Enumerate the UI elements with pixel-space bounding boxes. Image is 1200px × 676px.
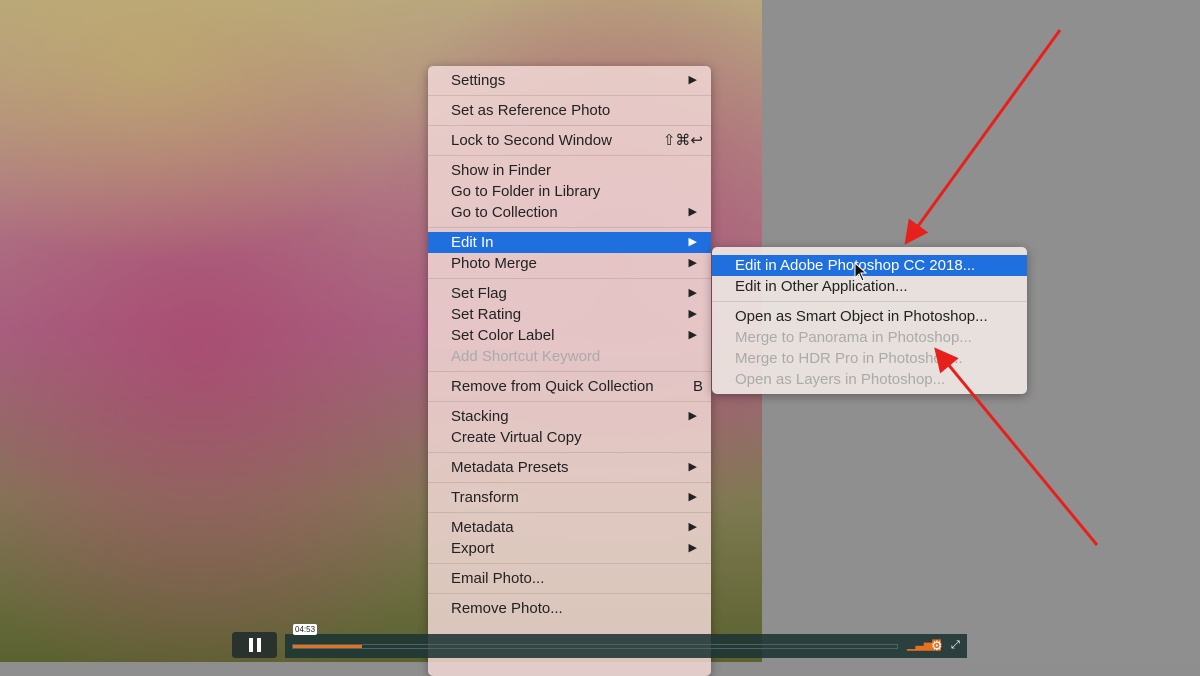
- menu-item-set-rating[interactable]: Set Rating ▶: [428, 304, 711, 325]
- menu-group: Email Photo...: [428, 564, 711, 594]
- menu-item-label: Show in Finder: [451, 162, 552, 179]
- menu-item-show-in-finder[interactable]: Show in Finder: [428, 160, 711, 181]
- menu-group: Stacking ▶ Create Virtual Copy: [428, 402, 711, 453]
- submenu-arrow-icon: ▶: [688, 461, 697, 473]
- menu-item-set-flag[interactable]: Set Flag ▶: [428, 283, 711, 304]
- submenu-arrow-icon: ▶: [688, 410, 697, 422]
- control-bar: ▁▃▅▇ ⚙ ⤢: [285, 634, 967, 658]
- menu-item-label: Set Rating: [451, 306, 522, 323]
- menu-group: Set Flag ▶ Set Rating ▶ Set Color Label ▶ Add …: [428, 279, 711, 372]
- submenu-arrow-icon: ▶: [688, 521, 697, 533]
- menu-group: Remove Photo...: [428, 594, 711, 623]
- menu-group: Edit In ▶ Photo Merge ▶: [428, 228, 711, 279]
- menu-item-set-color-label[interactable]: Set Color Label ▶: [428, 325, 711, 346]
- menu-item-photo-merge[interactable]: Photo Merge ▶: [428, 253, 711, 274]
- menu-group: Remove from Quick Collection B: [428, 372, 711, 402]
- menu-item-open-as-smart-object-in-photoshop[interactable]: Open as Smart Object in Photoshop...: [712, 306, 1027, 327]
- menu-group: Metadata Presets ▶: [428, 453, 711, 483]
- menu-item-remove-from-quick-collection[interactable]: Remove from Quick Collection B: [428, 376, 711, 397]
- menu-group: Edit in Adobe Photoshop CC 2018... Edit i…: [712, 251, 1027, 302]
- menu-item-label: Transform: [451, 489, 519, 506]
- menu-item-label: Set Color Label: [451, 327, 555, 344]
- menu-group: Open as Smart Object in Photoshop... Merg…: [712, 302, 1027, 394]
- menu-item-add-shortcut-keyword: Add Shortcut Keyword: [428, 346, 711, 367]
- submenu-arrow-icon: ▶: [688, 74, 697, 86]
- submenu-arrow-icon: ▶: [688, 287, 697, 299]
- menu-item-metadata[interactable]: Metadata ▶: [428, 517, 711, 538]
- menu-item-label: Export: [451, 540, 495, 557]
- menu-item-label: Set Flag: [451, 285, 507, 302]
- menu-item-metadata-presets[interactable]: Metadata Presets ▶: [428, 457, 711, 478]
- menu-item-label: Go to Collection: [451, 204, 558, 221]
- menu-item-go-to-collection[interactable]: Go to Collection ▶: [428, 202, 711, 223]
- menu-item-label: Open as Smart Object in Photoshop...: [735, 308, 988, 325]
- menu-item-set-as-reference-photo[interactable]: Set as Reference Photo: [428, 100, 711, 121]
- submenu-arrow-icon: ▶: [688, 329, 697, 341]
- menu-item-label: Merge to HDR Pro in Photoshop...: [735, 350, 963, 367]
- menu-item-merge-to-hdr-pro-in-photoshop: Merge to HDR Pro in Photoshop...: [712, 348, 1027, 369]
- menu-item-create-virtual-copy[interactable]: Create Virtual Copy: [428, 427, 711, 448]
- submenu-arrow-icon: ▶: [688, 308, 697, 320]
- menu-item-label: Edit In: [451, 234, 494, 251]
- menu-item-edit-in-adobe-photoshop-cc-2018[interactable]: Edit in Adobe Photoshop CC 2018...: [712, 255, 1027, 276]
- menu-item-edit-in[interactable]: Edit In ▶: [428, 232, 711, 253]
- menu-item-label: Open as Layers in Photoshop...: [735, 371, 946, 388]
- shortcut-label: B: [692, 378, 703, 395]
- menu-item-export[interactable]: Export ▶: [428, 538, 711, 559]
- submenu-arrow-icon: ▶: [688, 542, 697, 554]
- menu-item-label: Remove Photo...: [451, 600, 563, 617]
- menu-item-edit-in-other-application[interactable]: Edit in Other Application...: [712, 276, 1027, 297]
- submenu-arrow-icon: ▶: [688, 257, 697, 269]
- submenu-arrow-icon: ▶: [688, 206, 697, 218]
- edit-in-submenu: Edit in Adobe Photoshop CC 2018... Edit i…: [712, 247, 1027, 394]
- menu-item-label: Merge to Panorama in Photoshop...: [735, 329, 972, 346]
- progress-fill: [293, 645, 363, 648]
- menu-item-open-as-layers-in-photoshop: Open as Layers in Photoshop...: [712, 369, 1027, 390]
- menu-item-label: Metadata Presets: [451, 459, 569, 476]
- menu-item-label: Edit in Other Application...: [735, 278, 908, 295]
- time-tooltip: 04:53: [293, 624, 318, 635]
- context-menu: Settings ▶ Set as Reference Photo Lock to S…: [428, 66, 711, 676]
- submenu-arrow-icon: ▶: [688, 491, 697, 503]
- fullscreen-icon[interactable]: ⤢: [951, 639, 960, 652]
- menu-item-remove-photo[interactable]: Remove Photo...: [428, 598, 711, 619]
- menu-item-stacking[interactable]: Stacking ▶: [428, 406, 711, 427]
- menu-item-label: Add Shortcut Keyword: [451, 348, 601, 365]
- menu-item-transform[interactable]: Transform ▶: [428, 487, 711, 508]
- menu-item-label: Metadata: [451, 519, 514, 536]
- menu-item-label: Stacking: [451, 408, 509, 425]
- shortcut-label: ⇧⌘↩: [662, 132, 703, 149]
- menu-item-label: Go to Folder in Library: [451, 183, 601, 200]
- submenu-arrow-icon: ▶: [688, 236, 697, 248]
- menu-item-label: Email Photo...: [451, 570, 545, 587]
- menu-item-merge-to-panorama-in-photoshop: Merge to Panorama in Photoshop...: [712, 327, 1027, 348]
- menu-item-settings[interactable]: Settings ▶: [428, 70, 711, 91]
- seek-bar[interactable]: [292, 644, 898, 649]
- menu-group: Settings ▶: [428, 66, 711, 96]
- menu-item-lock-to-second-window[interactable]: Lock to Second Window ⇧⌘↩: [428, 130, 711, 151]
- menu-item-email-photo[interactable]: Email Photo...: [428, 568, 711, 589]
- menu-group: Show in Finder Go to Folder in Library Go …: [428, 156, 711, 228]
- menu-item-go-to-folder-in-library[interactable]: Go to Folder in Library: [428, 181, 711, 202]
- gear-icon[interactable]: ⚙: [931, 638, 943, 654]
- menu-group: Set as Reference Photo: [428, 96, 711, 126]
- menu-group: Transform ▶: [428, 483, 711, 513]
- menu-group: Metadata ▶ Export ▶: [428, 513, 711, 564]
- menu-item-label: Settings: [451, 72, 506, 89]
- menu-item-label: Set as Reference Photo: [451, 102, 611, 119]
- menu-item-label: Lock to Second Window: [451, 132, 612, 149]
- menu-item-label: Photo Merge: [451, 255, 537, 272]
- menu-item-label: Edit in Adobe Photoshop CC 2018...: [735, 257, 976, 274]
- pause-button[interactable]: [232, 632, 277, 658]
- menu-item-label: Remove from Quick Collection: [451, 378, 654, 395]
- menu-group: Lock to Second Window ⇧⌘↩: [428, 126, 711, 156]
- menu-item-label: Create Virtual Copy: [451, 429, 582, 446]
